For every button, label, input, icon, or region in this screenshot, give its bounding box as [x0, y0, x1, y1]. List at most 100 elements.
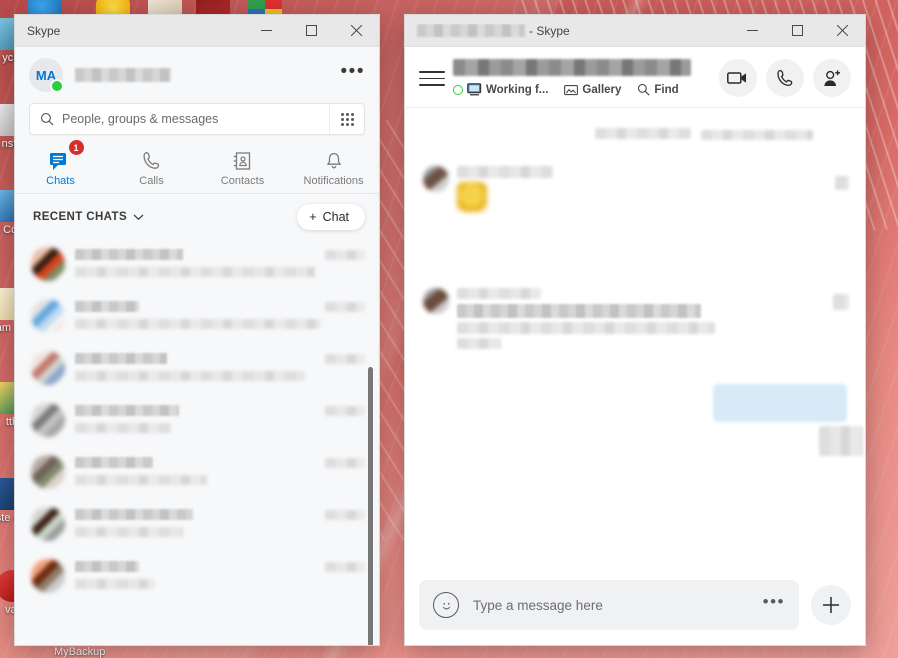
message-bubble-incoming[interactable] [457, 288, 715, 349]
presence-away-icon [453, 84, 463, 95]
minimize-button[interactable] [730, 15, 775, 46]
recent-chats-header: RECENT CHATS + Chat [15, 194, 379, 238]
tab-contacts[interactable]: Contacts [197, 143, 288, 187]
chat-name-redacted [75, 509, 193, 520]
monitor-icon [467, 83, 482, 96]
chat-avatar [31, 299, 65, 333]
window-title: Skype [27, 23, 61, 38]
add-attachment-button[interactable] [811, 585, 851, 625]
chat-item-text [75, 507, 315, 541]
close-button[interactable] [820, 15, 865, 46]
calls-icon [106, 149, 197, 173]
new-chat-label: Chat [322, 210, 349, 224]
gallery-icon [564, 84, 579, 96]
conversation-status-text: Working f... [486, 83, 549, 96]
chat-name-redacted [75, 249, 183, 260]
message-meta-redacted [835, 176, 849, 190]
find-label: Find [654, 83, 679, 96]
chat-preview-redacted [75, 579, 155, 589]
menu-icon[interactable] [419, 59, 445, 91]
search-placeholder: People, groups & messages [62, 112, 219, 126]
search-input[interactable]: People, groups & messages [29, 103, 365, 135]
chat-name-redacted [75, 561, 139, 572]
conversation-name-redacted [453, 59, 691, 76]
message-list[interactable] [405, 108, 865, 568]
chat-list-item[interactable] [15, 238, 379, 290]
chat-list-item[interactable] [15, 394, 379, 446]
person-add-icon [822, 69, 842, 88]
search-icon [637, 83, 650, 96]
message-input[interactable]: Type a message here ••• [419, 580, 799, 630]
audio-call-button[interactable] [766, 59, 804, 97]
message-text-redacted [457, 322, 715, 334]
chevron-down-icon[interactable] [133, 213, 144, 221]
skype-main-titlebar: Skype [15, 15, 379, 47]
minimize-button[interactable] [244, 15, 289, 46]
maximize-button[interactable] [289, 15, 334, 46]
chat-timestamp-redacted [325, 250, 365, 260]
chat-preview-redacted [75, 423, 171, 433]
search-icon [30, 112, 62, 126]
chat-timestamp-redacted [325, 458, 365, 468]
message-avatar [423, 288, 449, 314]
gallery-button[interactable]: Gallery [564, 84, 621, 96]
profile-name-redacted [75, 68, 171, 82]
tab-contacts-label: Contacts [220, 175, 265, 187]
tab-calls[interactable]: Calls [106, 143, 197, 187]
chat-list-item[interactable] [15, 290, 379, 342]
recent-chats-title: RECENT CHATS [33, 211, 128, 223]
close-button[interactable] [334, 15, 379, 46]
emoji-icon[interactable] [433, 592, 459, 618]
chat-timestamp-redacted [325, 302, 365, 312]
video-call-button[interactable] [719, 59, 757, 97]
chat-list-item[interactable] [15, 446, 379, 498]
chat-name-redacted [75, 353, 167, 364]
skype-main-body: MA ••• People, groups & messages 1 Chats… [15, 47, 379, 645]
chat-item-text [75, 299, 321, 333]
recent-chats-list[interactable] [15, 238, 379, 602]
message-meta-redacted [833, 294, 849, 310]
chat-timestamp-redacted [325, 406, 365, 416]
chat-avatar [31, 403, 65, 437]
tab-chats[interactable]: 1 Chats [15, 139, 106, 187]
avatar[interactable]: MA [29, 58, 64, 93]
chat-preview-redacted [75, 475, 207, 485]
skype-conversation-body: Working f... Gallery Find Type a message… [405, 47, 865, 645]
message-emoji-image [457, 182, 487, 212]
chat-list-scrollbar-thumb[interactable] [368, 367, 373, 645]
message-sender-redacted [457, 166, 553, 178]
tab-notifications-label: Notifications [303, 175, 364, 187]
chat-list-scrollbar[interactable] [368, 125, 376, 645]
message-bubble-incoming[interactable] [457, 166, 553, 212]
message-text-redacted [457, 304, 701, 318]
chat-timestamp-redacted [325, 562, 365, 572]
new-chat-button[interactable]: + Chat [297, 204, 365, 230]
chat-list-item[interactable] [15, 342, 379, 394]
tab-notifications[interactable]: Notifications [288, 143, 379, 187]
profile-more-button[interactable]: ••• [341, 62, 365, 83]
profile-row: MA ••• [15, 47, 379, 103]
video-camera-icon [727, 70, 749, 86]
tab-chats-label: Chats [46, 175, 75, 187]
chat-item-text [75, 403, 315, 437]
gallery-label: Gallery [582, 83, 622, 96]
maximize-button[interactable] [775, 15, 820, 46]
message-text-redacted [457, 338, 501, 349]
chat-list-item[interactable] [15, 498, 379, 550]
chats-icon [15, 149, 106, 173]
skype-conversation-window[interactable]: - Skype Working f... Gallery Find Type a… [404, 14, 866, 646]
message-row-outgoing[interactable] [713, 384, 863, 456]
message-row-incoming[interactable] [405, 288, 733, 349]
message-avatar [423, 166, 449, 192]
message-row-incoming[interactable] [405, 166, 571, 212]
chat-item-text [75, 559, 315, 593]
chat-timestamp-redacted [325, 354, 365, 364]
chat-list-item[interactable] [15, 550, 379, 602]
find-button[interactable]: Find [637, 83, 679, 96]
message-system-redacted [701, 130, 813, 140]
composer-more-button[interactable]: ••• [763, 593, 785, 612]
skype-main-window[interactable]: Skype MA ••• People, groups & messages 1… [14, 14, 380, 646]
add-people-button[interactable] [813, 59, 851, 97]
dialpad-button[interactable] [329, 104, 364, 134]
conversation-subheader: Working f... Gallery Find [453, 83, 710, 96]
